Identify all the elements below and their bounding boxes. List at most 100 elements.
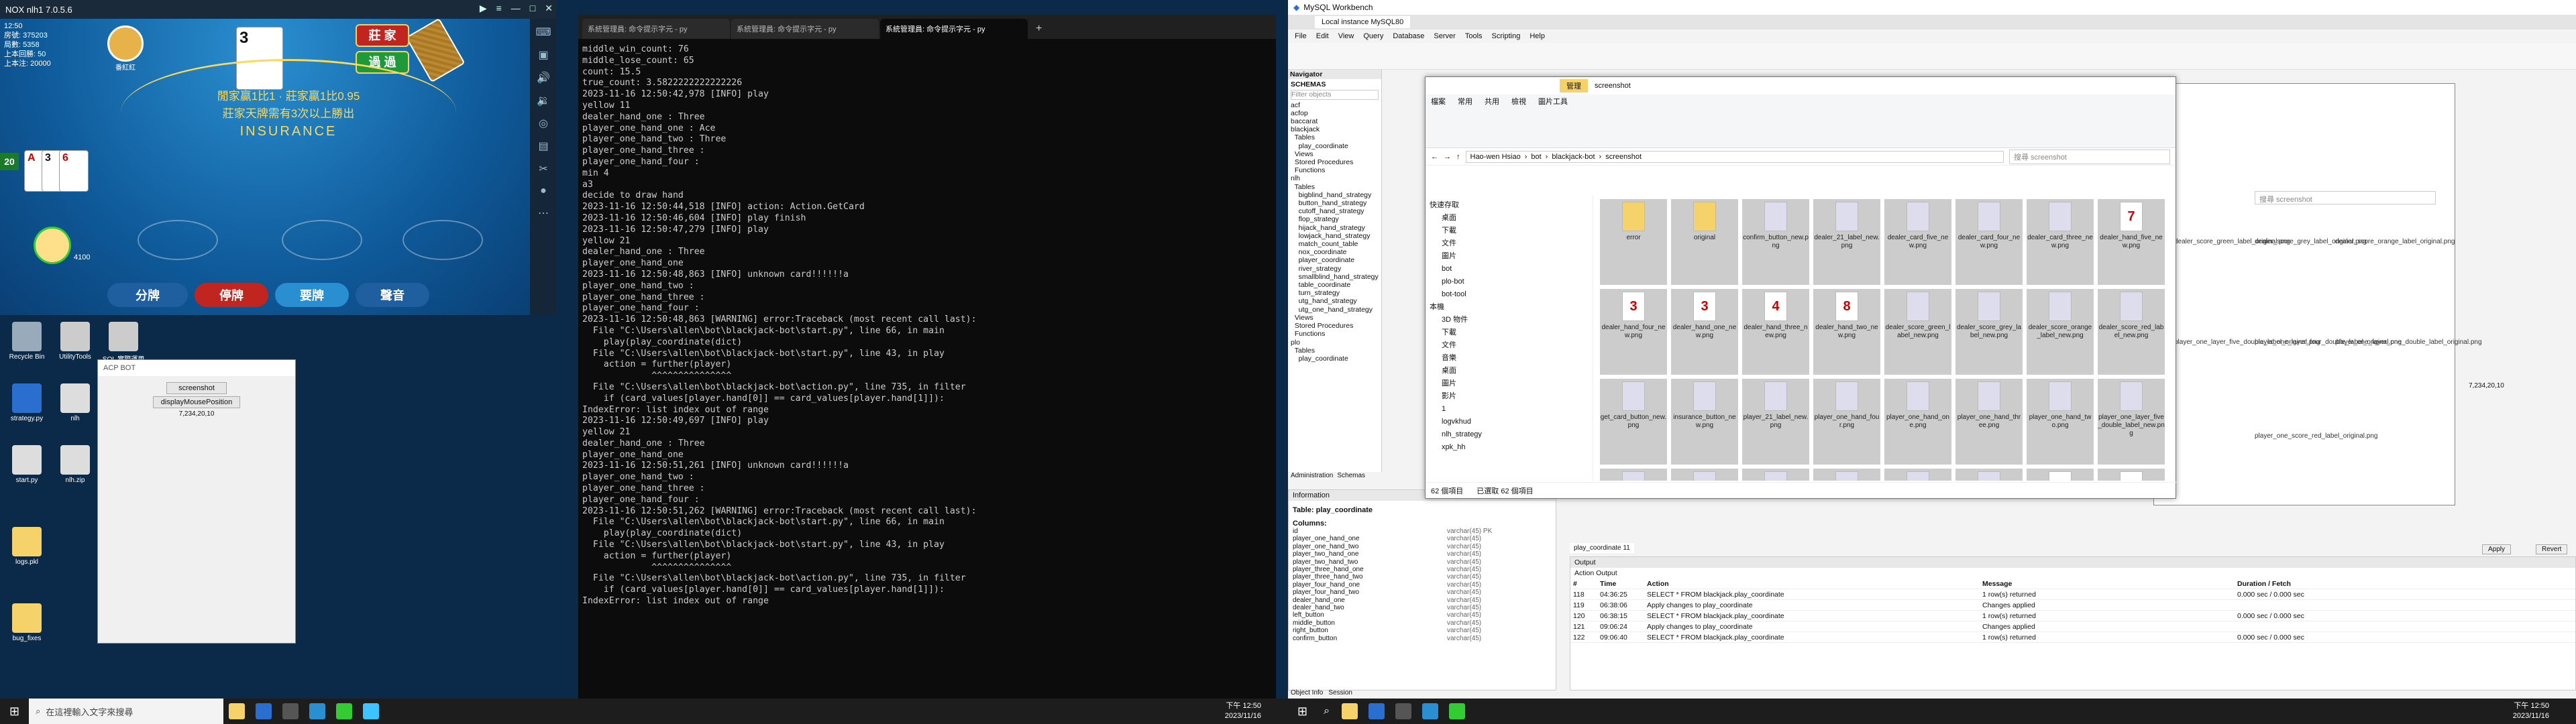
file-item[interactable]: dealer_card_four_new.png bbox=[1955, 199, 2023, 285]
menu-item-view[interactable]: View bbox=[1338, 32, 1354, 40]
output-row[interactable]: 122 09:06:40 SELECT * FROM blackjack.play_… bbox=[1570, 632, 2575, 643]
breadcrumb-item[interactable]: blackjack-bot bbox=[1552, 153, 1595, 161]
file-item[interactable]: player_one_layer_four_double_label_origi… bbox=[2255, 339, 2402, 347]
file-item[interactable]: player_one_layer_one_card_two.png bbox=[1955, 469, 2023, 481]
back-icon[interactable]: ← bbox=[1431, 153, 1438, 161]
tree-item[interactable]: Tables bbox=[1291, 133, 1379, 141]
breadcrumb[interactable]: Hao-wen Hsiao › bot › blackjack-bot › screensh… bbox=[1465, 150, 2004, 163]
desktop-icon-recycle[interactable]: Recycle Bin bbox=[4, 322, 50, 361]
file-item[interactable]: dealer_score_grey_label_new.png bbox=[1955, 289, 2023, 375]
terminal-icon[interactable] bbox=[1395, 703, 1412, 719]
file-item[interactable]: player_one_layer_four_card_one_new.png bbox=[1600, 469, 1667, 481]
scissors-icon[interactable]: ✂ bbox=[539, 162, 547, 176]
tree-item[interactable]: lowjack_hand_strategy bbox=[1291, 232, 1379, 240]
tree-item[interactable]: Tables bbox=[1291, 183, 1379, 191]
vscode-icon[interactable] bbox=[1422, 703, 1439, 719]
tree-item[interactable]: Stored Procedures bbox=[1291, 322, 1379, 330]
explorer-search[interactable]: 搜尋 screenshot bbox=[2009, 149, 2170, 164]
chrome-icon[interactable] bbox=[336, 703, 353, 719]
play-icon[interactable]: ▶ bbox=[480, 3, 487, 14]
output-row[interactable]: 121 09:06:24 Apply changes to play_coordin… bbox=[1570, 621, 2575, 632]
tree-item[interactable]: table_coordinate bbox=[1291, 281, 1379, 289]
file-item[interactable]: confirm_button_new.png bbox=[1742, 199, 1809, 285]
taskbar-clock[interactable]: 下午 12:50 2023/11/16 bbox=[1225, 701, 1261, 721]
desktop-icon-nlh[interactable]: nlh bbox=[52, 383, 98, 422]
ribbon-tab[interactable]: 共用 bbox=[1485, 96, 1499, 107]
menu-item-help[interactable]: Help bbox=[1529, 32, 1545, 40]
nav-item[interactable]: 1 bbox=[1430, 403, 1589, 416]
file-item[interactable]: player_one_score_red_label_original.png bbox=[2255, 432, 2377, 440]
vscode-icon[interactable] bbox=[309, 703, 326, 719]
ribbon-tab[interactable]: 檢視 bbox=[1511, 96, 1526, 107]
tab-object-info[interactable]: Object Info bbox=[1291, 689, 1323, 699]
desktop-icon-bugfix[interactable]: bug_fixes bbox=[4, 603, 50, 642]
tree-item[interactable]: Tables bbox=[1291, 347, 1379, 355]
file-item[interactable]: player_one_layer_five_double_label_origi… bbox=[2174, 339, 2320, 347]
tree-item[interactable]: acf bbox=[1291, 101, 1379, 109]
file-item[interactable]: player_one_layer_four_double_label_new.p… bbox=[1671, 469, 1738, 481]
close-icon[interactable]: ✕ bbox=[545, 3, 553, 14]
file-item[interactable]: player_one_layer_one_card_five_new.png bbox=[1742, 469, 1809, 481]
desktop-icon-sql[interactable]: SQL 實際運用 bbox=[101, 322, 146, 363]
file-item[interactable]: player_one_hand_one.png bbox=[1884, 379, 1951, 465]
tree-item[interactable]: plo bbox=[1291, 339, 1379, 347]
terminal-output[interactable]: middle_win_count: 76 middle_lose_count: 6… bbox=[582, 44, 1267, 688]
nav-item[interactable]: xpk_hh bbox=[1430, 441, 1589, 454]
ribbon-tab[interactable]: 圖片工具 bbox=[1538, 96, 1568, 107]
file-item[interactable]: player_one_hand_two.png bbox=[2027, 379, 2094, 465]
tree-item[interactable]: bigblind_hand_strategy bbox=[1291, 191, 1379, 199]
file-item[interactable]: dealer_card_five_new.png bbox=[1884, 199, 1951, 285]
chrome-icon[interactable] bbox=[1449, 703, 1466, 719]
tree-item[interactable]: turn_strategy bbox=[1291, 289, 1379, 297]
hit-button[interactable]: 要牌 bbox=[275, 283, 349, 307]
seat-spot-2[interactable] bbox=[138, 220, 218, 260]
tree-item[interactable]: smallblind_hand_strategy bbox=[1291, 273, 1379, 281]
file-item[interactable]: player_one_layer_five_double_label_new.p… bbox=[2098, 379, 2165, 465]
apply-button[interactable]: Apply bbox=[2482, 544, 2512, 554]
menu-item-edit[interactable]: Edit bbox=[1316, 32, 1329, 40]
file-item[interactable]: dealer_score_green_label_new.png bbox=[1884, 289, 1951, 375]
taskbar-search[interactable]: ⌕ 在這裡輸入文字來搜尋 bbox=[29, 699, 224, 724]
file-explorer-icon[interactable] bbox=[229, 703, 246, 719]
file-item[interactable]: player_one_layer_one_double_label_origin… bbox=[2335, 339, 2482, 347]
file-item[interactable]: 3player_one_layer_three.png bbox=[2027, 469, 2094, 481]
file-item[interactable]: player_one_layer_one_card_one.png bbox=[1884, 469, 1951, 481]
nav-item[interactable]: bot-tool bbox=[1430, 288, 1589, 301]
tree-item[interactable]: button_hand_strategy bbox=[1291, 199, 1379, 207]
ribbon-tab[interactable]: 檔案 bbox=[1431, 96, 1446, 107]
filter-input[interactable]: Filter objects bbox=[1291, 90, 1379, 100]
output-row[interactable]: 119 06:38:06 Apply changes to play_coordin… bbox=[1570, 600, 2575, 611]
menu-item-tools[interactable]: Tools bbox=[1465, 32, 1483, 40]
nav-item[interactable]: 3D 物件 bbox=[1430, 314, 1589, 326]
maximize-icon[interactable]: □ bbox=[530, 3, 535, 14]
desktop-icon-logs[interactable]: logs.pkl bbox=[4, 527, 50, 566]
display-mouse-position-button[interactable]: displayMousePosition bbox=[153, 396, 240, 408]
nav-item[interactable]: 文件 bbox=[1430, 339, 1589, 352]
terminal-tab-3[interactable]: 系統管理員: 命令提示字元 - py bbox=[880, 19, 1028, 39]
desktop-icon-zip[interactable]: nlh.zip bbox=[52, 445, 98, 484]
seat-spot-4[interactable] bbox=[402, 220, 483, 260]
tree-item[interactable]: flop_strategy bbox=[1291, 215, 1379, 223]
manage-tab[interactable]: 管理 bbox=[1560, 79, 1588, 93]
file-item[interactable]: get_card_button_new.png bbox=[1600, 379, 1667, 465]
nav-item[interactable]: 下載 bbox=[1430, 326, 1589, 339]
file-item[interactable]: dealer_card_three_new.png bbox=[2027, 199, 2094, 285]
tree-item[interactable]: utg_one_hand_strategy bbox=[1291, 306, 1379, 314]
file-item[interactable]: dealer_score_red_label_new.png bbox=[2098, 289, 2165, 375]
nav-item[interactable]: bot bbox=[1430, 263, 1589, 276]
tree-item[interactable]: blackjack bbox=[1291, 125, 1379, 133]
file-item[interactable]: 7 dealer_hand_five_new.png bbox=[2098, 199, 2165, 285]
nav-item[interactable]: 圖片 bbox=[1430, 377, 1589, 390]
output-row[interactable]: 120 06:38:15 SELECT * FROM blackjack.play_… bbox=[1570, 611, 2575, 621]
breadcrumb-item[interactable]: bot bbox=[1531, 153, 1541, 161]
terminal-tab-2[interactable]: 系統管理員: 命令提示字元 - py bbox=[731, 19, 879, 39]
desktop-icon-strategy[interactable]: strategy.py bbox=[4, 383, 50, 422]
file-explorer-icon[interactable] bbox=[1342, 703, 1358, 719]
sound-button[interactable]: 聲音 bbox=[356, 283, 429, 307]
file-item[interactable]: insurance_button_new.png bbox=[1671, 379, 1738, 465]
taskbar-clock[interactable]: 下午 12:50 2023/11/16 bbox=[2513, 701, 2549, 721]
file-item[interactable]: 4 dealer_hand_three_new.png bbox=[1742, 289, 1809, 375]
stand-button[interactable]: 停牌 bbox=[195, 283, 268, 307]
desktop-icon-start[interactable]: start.py bbox=[4, 445, 50, 484]
mysql-icon[interactable] bbox=[1368, 703, 1385, 719]
